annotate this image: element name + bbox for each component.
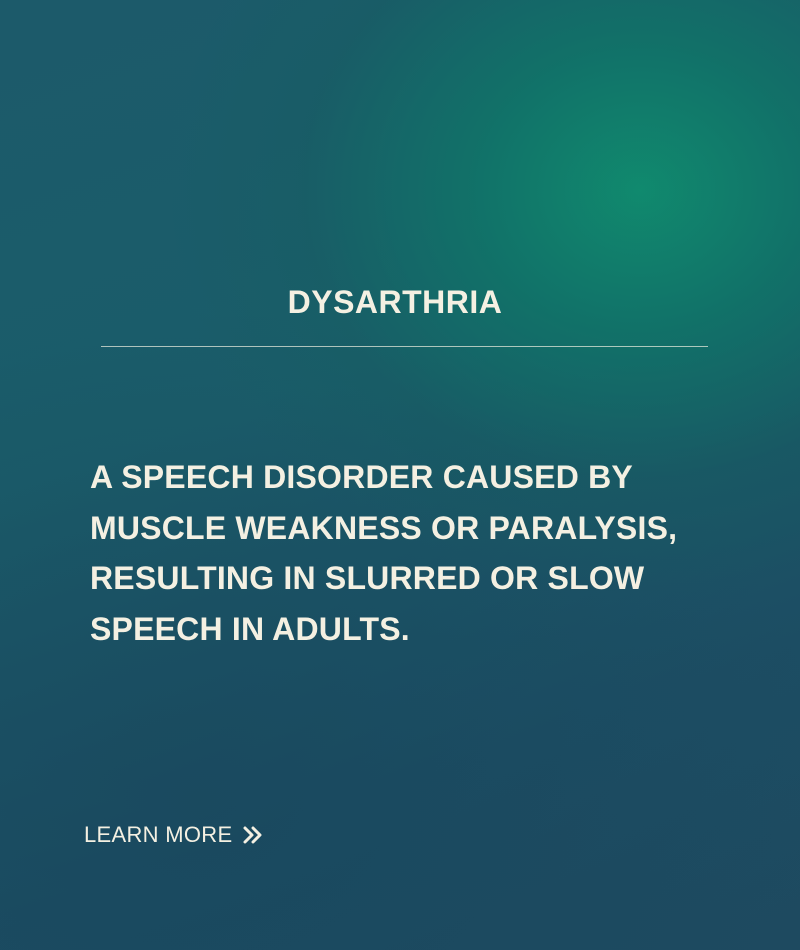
card-description: A SPEECH DISORDER CAUSED BY MUSCLE WEAKN… [90,459,678,647]
learn-more-label: LEARN MORE [84,822,233,847]
divider [101,346,708,347]
info-card: DYSARTHRIA A SPEECH DISORDER CAUSED BY M… [0,0,800,950]
card-title: DYSARTHRIA [287,284,503,320]
learn-more-link[interactable]: LEARN MORE [84,820,264,850]
double-chevron-right-icon [242,824,264,846]
